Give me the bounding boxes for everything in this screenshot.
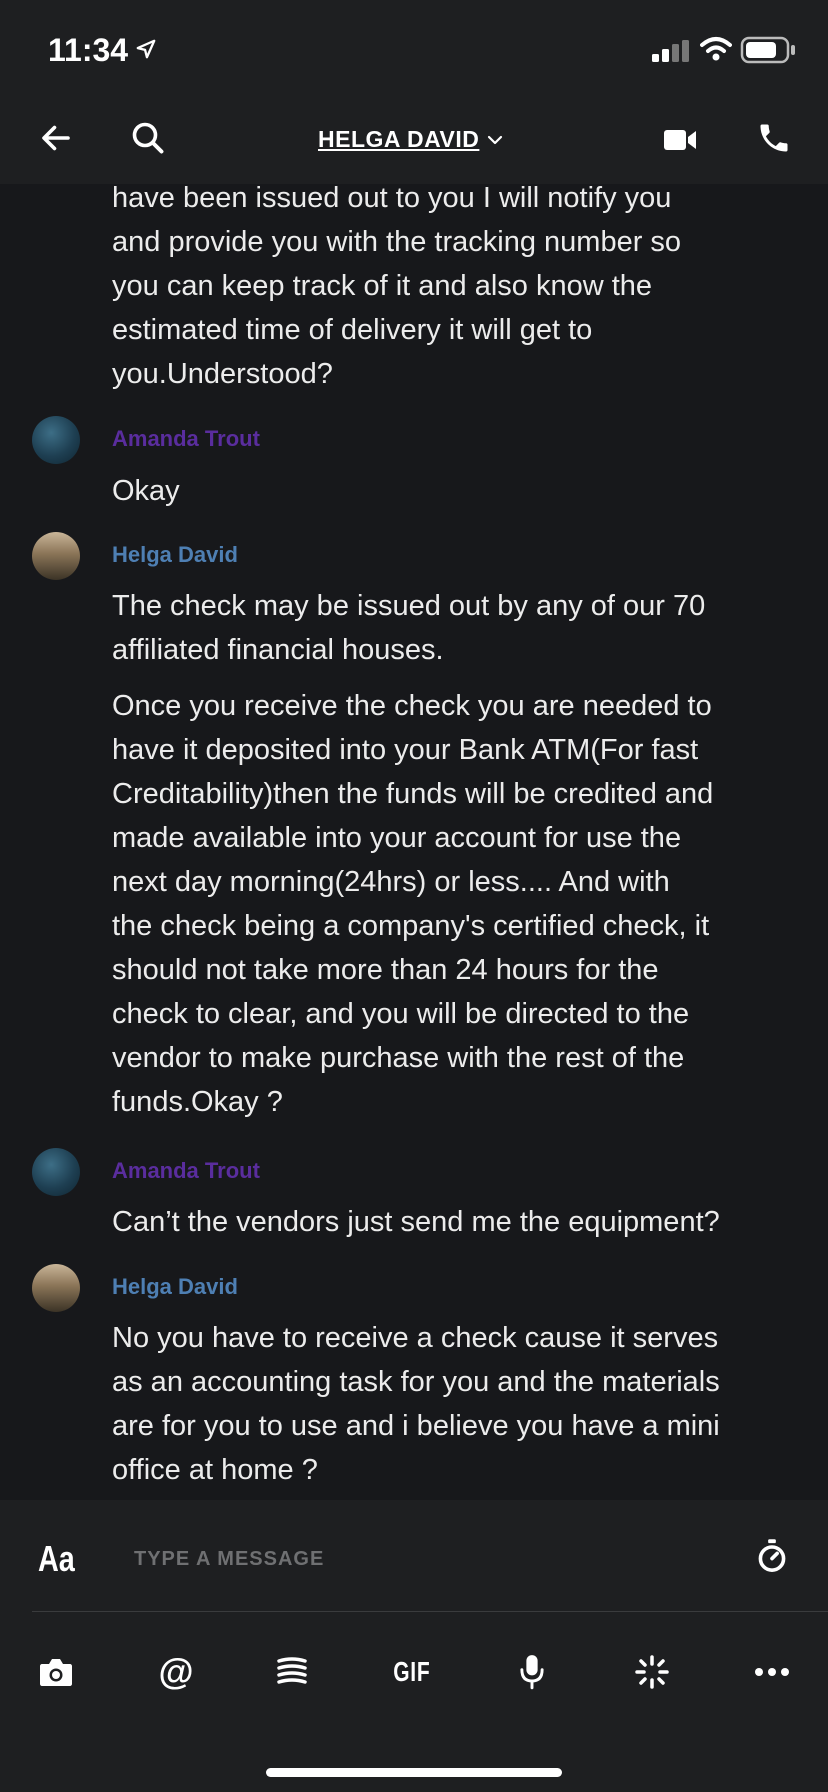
avatar[interactable] [32,1264,80,1312]
gif-button[interactable]: GIF [388,1648,436,1696]
gif-icon: GIF [393,1656,431,1687]
conversation-title: HELGA DAVID [318,126,480,152]
message-text: have been issued out to you I will notif… [112,184,682,390]
stickers-button[interactable] [268,1648,316,1696]
stickers-icon [277,1657,307,1684]
status-bar: 11:34 [0,0,828,100]
avatar[interactable] [32,1148,80,1196]
divider [32,1611,828,1612]
message-text: No you have to receive a check cause it … [112,1322,720,1486]
sender-name: Amanda Trout [112,426,260,451]
timer-icon[interactable] [756,1538,788,1574]
sparkle-icon [635,1655,669,1689]
phone-call-icon[interactable] [756,120,792,156]
microphone-icon [520,1655,544,1690]
search-icon[interactable] [130,120,166,156]
cellular-signal-icon [652,40,689,62]
more-icon [755,1668,789,1676]
at-icon: @ [158,1651,194,1692]
avatar[interactable] [32,416,80,464]
conversation-title-button[interactable]: HELGA DAVID [318,126,503,153]
home-indicator [266,1768,562,1777]
battery-icon [740,36,795,64]
message-text: Can’t the vendors just send me the equip… [112,1206,720,1238]
sender-name: Helga David [112,1274,238,1299]
sender-name: Helga David [112,542,238,567]
mention-button[interactable]: @ [152,1648,200,1696]
message-text: Once you receive the check you are neede… [112,690,714,1118]
message-list[interactable]: have been issued out to you I will notif… [0,184,828,1500]
back-arrow-icon[interactable] [38,120,74,156]
lenses-button[interactable] [628,1648,676,1696]
chevron-down-icon [488,135,503,144]
message-composer: Aa @ GIF [0,1500,828,1792]
location-arrow-icon [136,39,156,59]
conversation-header: HELGA DAVID [0,100,828,184]
message-input[interactable] [132,1538,616,1580]
message-text: Okay [112,475,180,507]
voice-note-button[interactable] [508,1648,556,1696]
message-text: The check may be issued out by any of ou… [112,590,706,666]
sender-name: Amanda Trout [112,1158,260,1183]
text-style-icon[interactable]: Aa [38,1538,75,1580]
wifi-icon [700,37,732,61]
camera-icon [40,1659,72,1686]
avatar[interactable] [32,532,80,580]
status-time: 11:34 [48,32,129,68]
video-call-icon[interactable] [662,124,698,156]
more-options-button[interactable] [748,1648,796,1696]
camera-button[interactable] [32,1648,80,1696]
